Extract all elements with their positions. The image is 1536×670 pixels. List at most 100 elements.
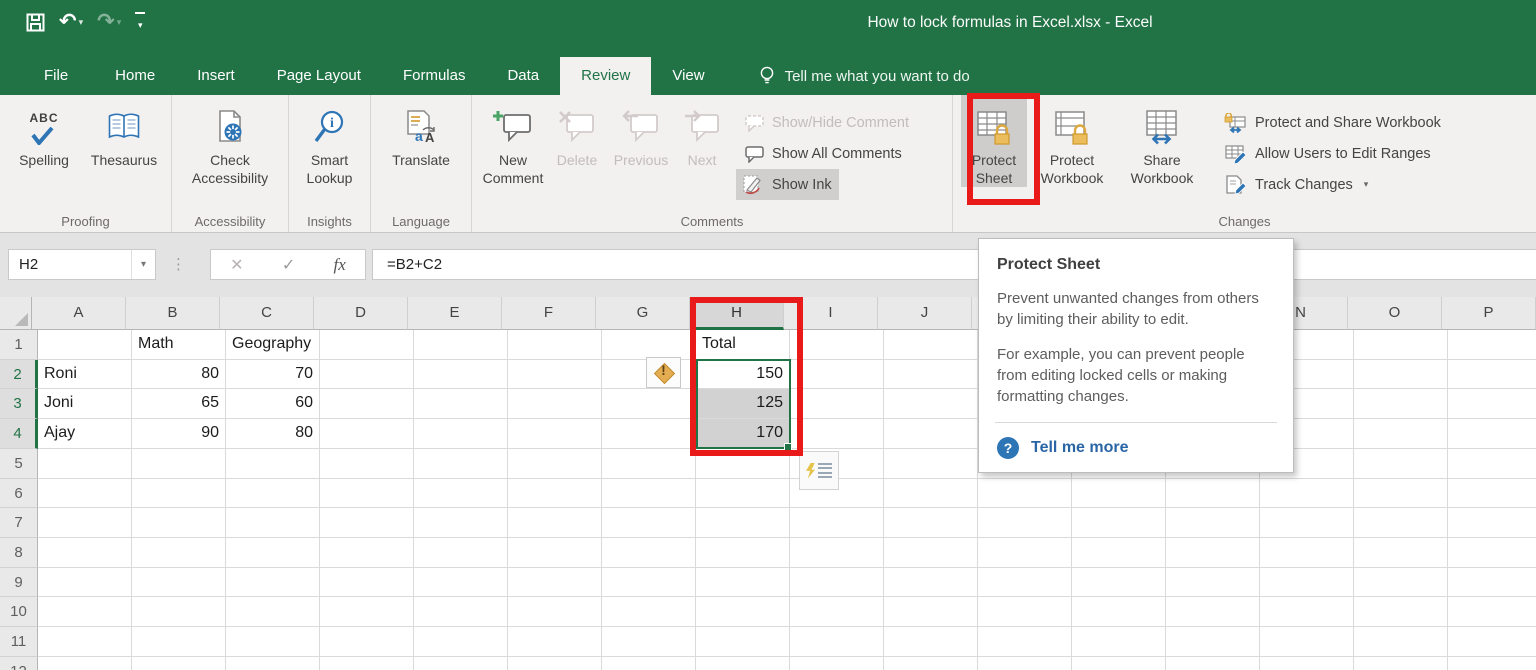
cell-I11[interactable] — [790, 627, 884, 657]
cell-A7[interactable] — [38, 508, 132, 538]
cell-A4[interactable]: Ajay — [38, 419, 132, 449]
cell-D10[interactable] — [320, 597, 414, 627]
cell-C12[interactable] — [226, 657, 320, 670]
cell-L6[interactable] — [1072, 479, 1166, 509]
formula-bar-resize-handle[interactable]: ⋮ — [171, 255, 186, 273]
cell-A8[interactable] — [38, 538, 132, 568]
cell-G4[interactable] — [602, 419, 696, 449]
cell-P2[interactable] — [1448, 360, 1536, 390]
cell-G6[interactable] — [602, 479, 696, 509]
cell-K11[interactable] — [978, 627, 1072, 657]
cell-D1[interactable] — [320, 330, 414, 360]
row-header-3[interactable]: 3 — [0, 389, 38, 419]
cell-D3[interactable] — [320, 389, 414, 419]
cell-B2[interactable]: 80 — [132, 360, 226, 390]
cell-H2[interactable]: 150 — [696, 360, 790, 390]
protect-sheet-button[interactable]: Protect Sheet — [961, 95, 1027, 187]
cell-D8[interactable] — [320, 538, 414, 568]
cell-B10[interactable] — [132, 597, 226, 627]
cell-E12[interactable] — [414, 657, 508, 670]
cell-M6[interactable] — [1166, 479, 1260, 509]
cell-G7[interactable] — [602, 508, 696, 538]
cell-G10[interactable] — [602, 597, 696, 627]
cell-E4[interactable] — [414, 419, 508, 449]
track-changes-dropdown-icon[interactable]: ▾ — [1364, 179, 1369, 190]
new-comment-button[interactable]: New Comment — [478, 95, 548, 187]
cell-E7[interactable] — [414, 508, 508, 538]
cell-J3[interactable] — [884, 389, 978, 419]
cell-O3[interactable] — [1354, 389, 1448, 419]
translate-button[interactable]: a A Translate — [378, 95, 464, 170]
cell-A1[interactable] — [38, 330, 132, 360]
cell-C11[interactable] — [226, 627, 320, 657]
cell-M8[interactable] — [1166, 538, 1260, 568]
cell-K12[interactable] — [978, 657, 1072, 670]
cell-F10[interactable] — [508, 597, 602, 627]
cell-A6[interactable] — [38, 479, 132, 509]
column-header-H[interactable]: H — [690, 297, 784, 330]
cell-C4[interactable]: 80 — [226, 419, 320, 449]
save-button[interactable] — [26, 13, 45, 32]
cell-B6[interactable] — [132, 479, 226, 509]
cell-I10[interactable] — [790, 597, 884, 627]
cell-E9[interactable] — [414, 568, 508, 598]
cell-E8[interactable] — [414, 538, 508, 568]
cell-P3[interactable] — [1448, 389, 1536, 419]
cell-O4[interactable] — [1354, 419, 1448, 449]
row-header-4[interactable]: 4 — [0, 419, 38, 449]
cell-O6[interactable] — [1354, 479, 1448, 509]
cell-G11[interactable] — [602, 627, 696, 657]
cell-A9[interactable] — [38, 568, 132, 598]
cell-G12[interactable] — [602, 657, 696, 670]
cell-M12[interactable] — [1166, 657, 1260, 670]
cell-C1[interactable]: Geography — [226, 330, 320, 360]
cell-D7[interactable] — [320, 508, 414, 538]
cell-I4[interactable] — [790, 419, 884, 449]
track-changes-button[interactable]: Track Changes ▾ — [1217, 169, 1448, 200]
column-header-B[interactable]: B — [126, 297, 220, 330]
smart-lookup-button[interactable]: i Smart Lookup — [295, 95, 365, 187]
cell-A12[interactable] — [38, 657, 132, 670]
cell-D12[interactable] — [320, 657, 414, 670]
column-header-P[interactable]: P — [1442, 297, 1536, 330]
cell-N8[interactable] — [1260, 538, 1354, 568]
column-header-J[interactable]: J — [878, 297, 972, 330]
cell-P8[interactable] — [1448, 538, 1536, 568]
cell-H9[interactable] — [696, 568, 790, 598]
cell-A10[interactable] — [38, 597, 132, 627]
cell-C8[interactable] — [226, 538, 320, 568]
cell-A2[interactable]: Roni — [38, 360, 132, 390]
cell-E6[interactable] — [414, 479, 508, 509]
cell-I8[interactable] — [790, 538, 884, 568]
tab-insert[interactable]: Insert — [176, 57, 256, 95]
row-header-10[interactable]: 10 — [0, 597, 38, 627]
cell-H4[interactable]: 170 — [696, 419, 790, 449]
cell-G3[interactable] — [602, 389, 696, 419]
cell-H5[interactable] — [696, 449, 790, 479]
column-header-O[interactable]: O — [1348, 297, 1442, 330]
cell-O8[interactable] — [1354, 538, 1448, 568]
quick-analysis-button[interactable] — [799, 451, 839, 490]
cell-P7[interactable] — [1448, 508, 1536, 538]
cell-P10[interactable] — [1448, 597, 1536, 627]
cell-L11[interactable] — [1072, 627, 1166, 657]
cell-H10[interactable] — [696, 597, 790, 627]
cell-A11[interactable] — [38, 627, 132, 657]
column-header-G[interactable]: G — [596, 297, 690, 330]
cell-H8[interactable] — [696, 538, 790, 568]
cell-H12[interactable] — [696, 657, 790, 670]
cell-D4[interactable] — [320, 419, 414, 449]
cell-C3[interactable]: 60 — [226, 389, 320, 419]
cell-F12[interactable] — [508, 657, 602, 670]
cell-M10[interactable] — [1166, 597, 1260, 627]
cell-B1[interactable]: Math — [132, 330, 226, 360]
tell-me-more-link[interactable]: ? Tell me more — [997, 423, 1275, 472]
cell-I2[interactable] — [790, 360, 884, 390]
cell-L8[interactable] — [1072, 538, 1166, 568]
tab-home[interactable]: Home — [94, 57, 176, 95]
trace-error-button[interactable]: ! — [646, 357, 681, 388]
cell-O9[interactable] — [1354, 568, 1448, 598]
cell-K7[interactable] — [978, 508, 1072, 538]
tab-review[interactable]: Review — [560, 57, 651, 95]
cell-B5[interactable] — [132, 449, 226, 479]
